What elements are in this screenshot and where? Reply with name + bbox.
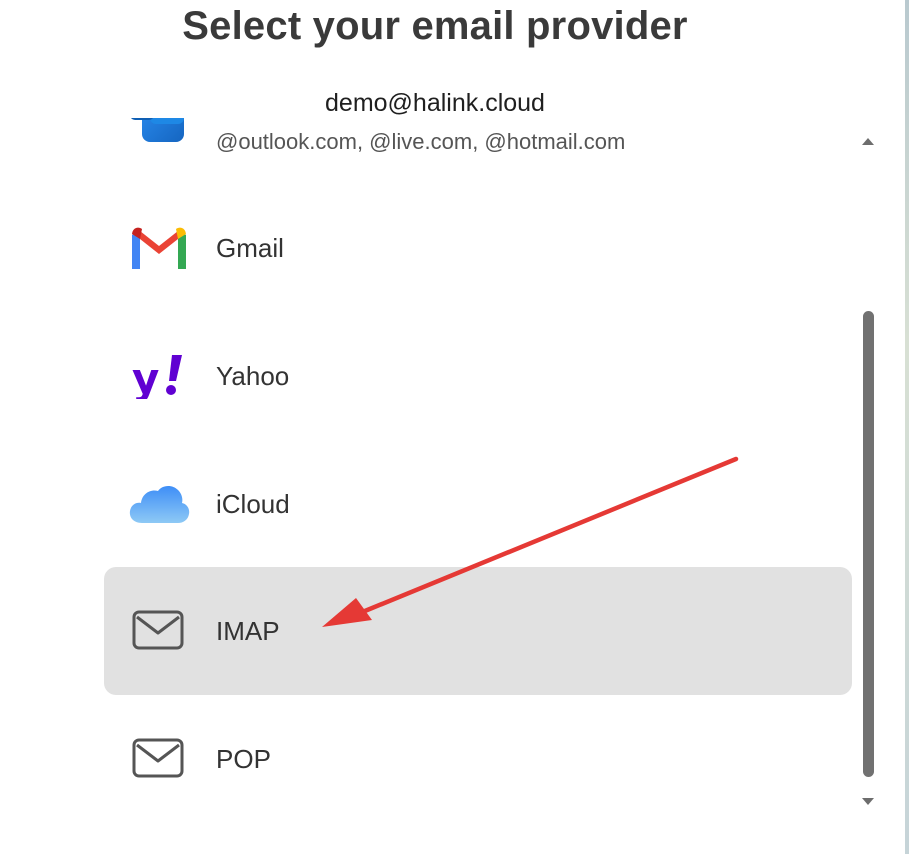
provider-label-gmail: Gmail — [216, 233, 284, 263]
provider-imap[interactable]: IMAP — [104, 567, 852, 695]
provider-label-pop: POP — [216, 744, 271, 774]
outlook-domains: @outlook.com, @live.com, @hotmail.com — [216, 129, 626, 154]
scroll-thumb[interactable] — [863, 311, 874, 777]
provider-label-imap: IMAP — [216, 616, 280, 646]
provider-icloud[interactable]: iCloud — [104, 440, 852, 568]
provider-yahoo[interactable]: y Yahoo — [104, 312, 852, 440]
gmail-icon — [128, 225, 190, 271]
envelope-icon — [128, 608, 190, 654]
account-email: demo@halink.cloud — [325, 89, 545, 117]
envelope-icon — [128, 736, 190, 782]
provider-pop[interactable]: POP — [104, 695, 852, 823]
provider-gmail[interactable]: Gmail — [104, 184, 852, 312]
svg-text:y: y — [132, 354, 159, 399]
icloud-icon — [128, 481, 190, 527]
provider-list: @outlook.com, @live.com, @hotmail.com Gm… — [0, 118, 870, 854]
provider-label-icloud: iCloud — [216, 489, 290, 519]
window-edge — [905, 0, 909, 854]
page-title: Select your email provider — [182, 4, 688, 48]
scroll-up-arrow-icon[interactable] — [862, 138, 874, 145]
provider-label-yahoo: Yahoo — [216, 361, 290, 391]
scrollbar[interactable] — [857, 130, 881, 810]
yahoo-icon: y — [128, 353, 190, 403]
outlook-icon — [128, 118, 190, 146]
scroll-down-arrow-icon[interactable] — [862, 798, 874, 805]
